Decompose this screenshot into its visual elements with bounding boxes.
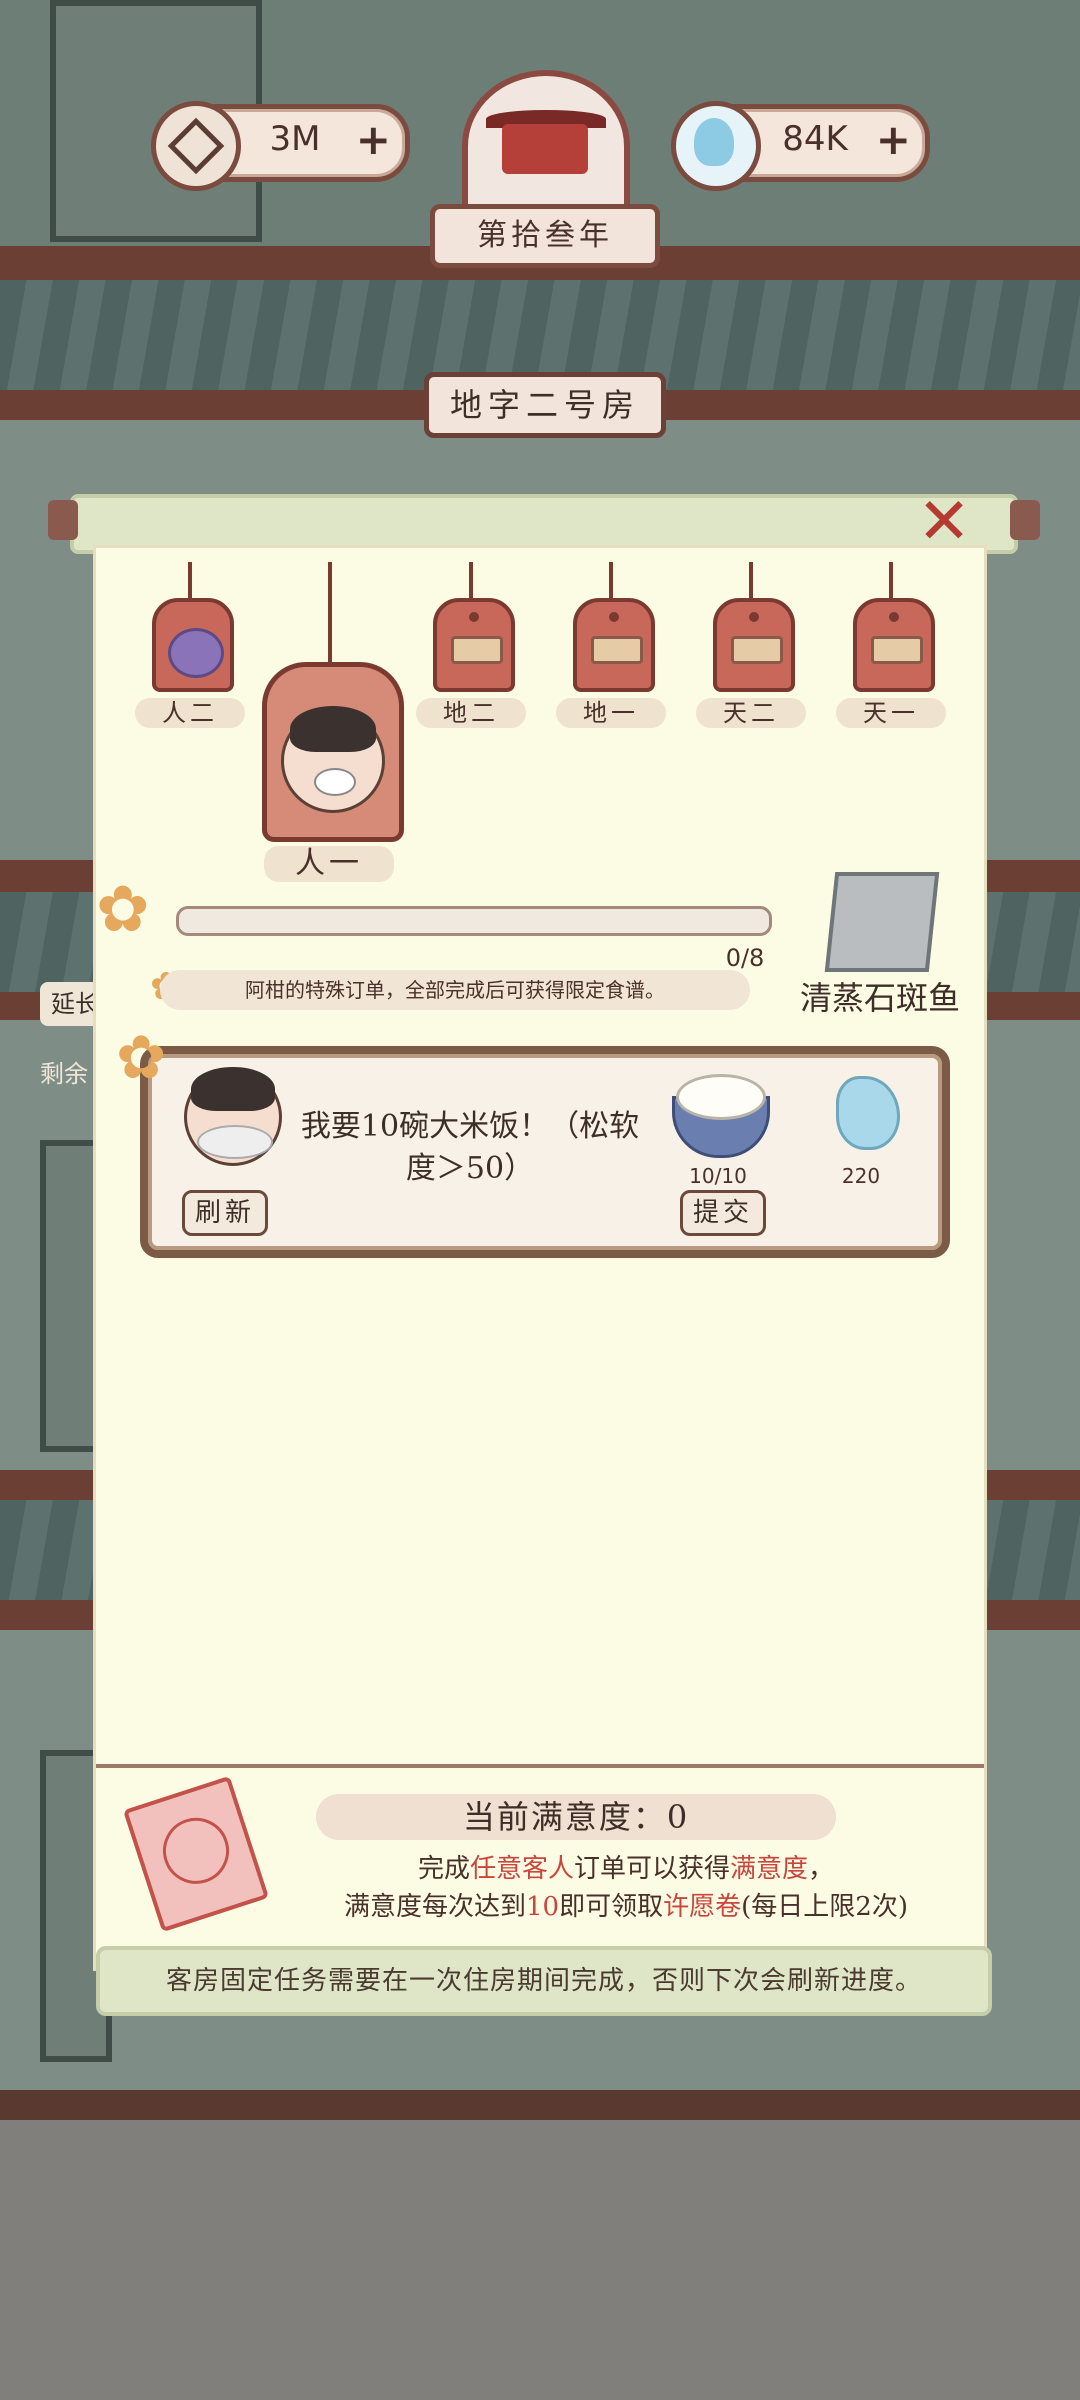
satisfaction-line-2: 满意度每次达到10即可领取许愿卷(每日上限2次) — [296, 1888, 956, 1926]
card-butterfly-icon: ✿ — [116, 1023, 167, 1093]
reward-recipe-name: 清蒸石斑鱼 — [799, 979, 960, 1017]
text: (每日上限2次) — [741, 1892, 908, 1922]
highlight-satisfaction: 满意度 — [730, 1854, 809, 1884]
guest-avatar-icon — [281, 706, 385, 813]
highlight-wish-voucher: 许愿卷 — [663, 1892, 742, 1922]
tag-label-di1: 地一 — [556, 698, 666, 728]
text: 满意度每次达到 — [344, 1892, 527, 1922]
tag-label-di2: 地二 — [416, 698, 526, 728]
reward-amount: 220 — [841, 1164, 881, 1188]
text: ， — [808, 1854, 835, 1884]
refresh-button[interactable]: 刷新 — [182, 1190, 268, 1236]
pavilion-emblem — [462, 70, 630, 222]
coin-add-button[interactable]: + — [356, 117, 391, 163]
submit-button[interactable]: 提交 — [680, 1190, 766, 1236]
rice-bowl-icon — [672, 1074, 770, 1158]
progress-text: 0/8 — [725, 944, 765, 972]
item-count: 10/10 — [689, 1164, 747, 1188]
scroll-top-rod — [48, 494, 1040, 554]
tag-label-tian2: 天二 — [696, 698, 806, 728]
tag-ren2[interactable] — [152, 598, 234, 692]
tag-tian1[interactable] — [853, 598, 935, 692]
satisfaction-title: 当前满意度：0 — [316, 1794, 836, 1840]
footer-note: 客房固定任务需要在一次住房期间完成，否则下次会刷新进度。 — [96, 1946, 992, 2016]
satisfaction-description: 完成任意客人订单可以获得满意度， 满意度每次达到10即可领取许愿卷(每日上限2次… — [296, 1850, 956, 1926]
spirit-add-button[interactable]: + — [876, 117, 911, 163]
tag-di2[interactable] — [433, 598, 515, 692]
side-text-remaining: 剩余 — [40, 1060, 88, 1088]
satisfaction-divider — [96, 1764, 984, 1768]
highlight-ten: 10 — [526, 1892, 560, 1922]
room-name-plaque: 地字二号房 — [424, 372, 666, 438]
tag-label-tian1: 天一 — [836, 698, 946, 728]
order-request-text: 我要10碗大米饭！（松软度＞50） — [300, 1109, 640, 1186]
recipe-scroll-icon[interactable] — [824, 872, 940, 972]
tag-label-ren2: 人二 — [135, 698, 245, 728]
order-guest-avatar-icon — [184, 1067, 282, 1166]
year-label: 第拾叁年 — [430, 204, 660, 268]
coin-counter: 3M + — [151, 101, 410, 191]
highlight-any-guest: 任意客人 — [469, 1854, 574, 1884]
text: 完成 — [417, 1854, 470, 1884]
coin-icon — [151, 101, 241, 191]
coin-value: 3M — [269, 119, 321, 159]
butterfly-icon: ✿ — [96, 873, 150, 947]
plum-icon — [168, 628, 224, 678]
tag-label-ren1: 人一 — [264, 846, 394, 882]
tag-di1[interactable] — [573, 598, 655, 692]
satisfaction-line-1: 完成任意客人订单可以获得满意度， — [296, 1850, 956, 1888]
order-panel — [96, 548, 984, 1968]
spirit-counter: 84K + — [671, 101, 930, 191]
tag-tian2[interactable] — [713, 598, 795, 692]
close-icon[interactable]: ✕ — [916, 490, 972, 554]
spirit-value: 84K — [782, 119, 848, 159]
tag-ren1-selected[interactable] — [262, 662, 404, 842]
text: 订单可以获得 — [573, 1854, 730, 1884]
spirit-reward-icon — [816, 1068, 906, 1164]
special-order-note: 阿柑的特殊订单，全部完成后可获得限定食谱。 — [160, 970, 750, 1010]
text: 即可领取 — [559, 1892, 664, 1922]
order-progress-bar — [176, 906, 772, 936]
spirit-flame-icon — [671, 101, 761, 191]
